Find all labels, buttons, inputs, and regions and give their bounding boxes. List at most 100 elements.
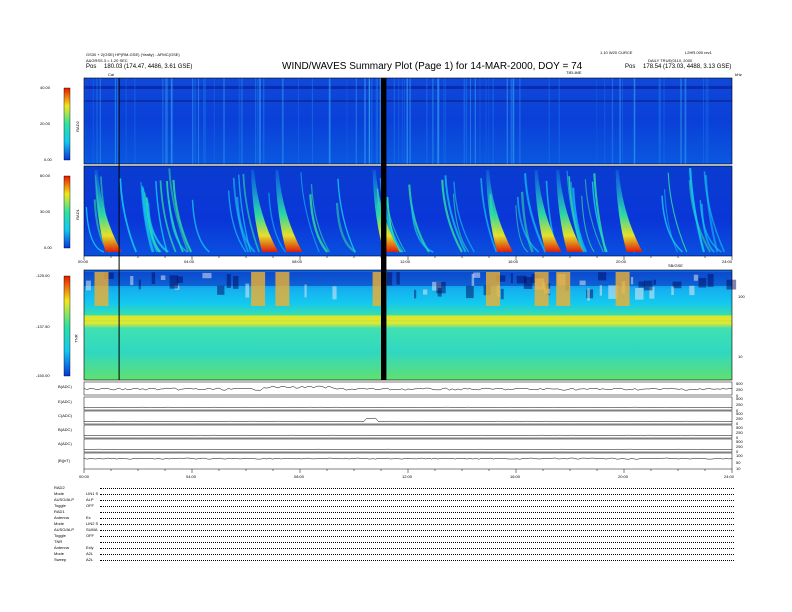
meta-rule: [100, 509, 734, 513]
meta-rule: [100, 521, 734, 525]
rad1-colorbar: [63, 175, 71, 249]
rad2-streak: [404, 78, 405, 164]
tnr-patch: [160, 275, 166, 281]
rad2-streak: [281, 78, 284, 164]
time-units-label: SB/GSE: [668, 263, 683, 268]
meta-key: Mode: [54, 490, 65, 496]
meta-key: RAD2: [54, 484, 65, 490]
meta-value: LIN1 S: [86, 490, 99, 496]
tnr-patch: [217, 285, 225, 295]
bottom-tick-label: 08:00: [294, 474, 305, 479]
rad2-label: RAD2: [74, 121, 80, 132]
bottom-tick-label: 20:00: [618, 474, 629, 479]
tnr-patch: [599, 285, 603, 296]
rad2-streak: [488, 78, 490, 164]
tnr-patch: [138, 279, 141, 290]
rad2-streak: [684, 78, 687, 164]
time-tick-label: 20:00: [616, 259, 627, 264]
tnr-patch: [598, 272, 607, 281]
rad2-streak: [393, 78, 395, 164]
rad2-streak: [117, 78, 119, 164]
rad2-streak: [409, 78, 411, 164]
meta-rule: [100, 485, 734, 489]
rad2-streak: [519, 78, 521, 164]
rad2-streak: [198, 78, 200, 164]
tnr-patch: [689, 285, 695, 296]
rad2-streak: [346, 78, 348, 164]
bottom-time-axis: [83, 469, 733, 473]
rad2-streak: [604, 78, 606, 164]
tnr-patch: [500, 288, 504, 300]
bottom-tick-label: 24:00: [724, 474, 735, 479]
tnr-burst: [94, 272, 109, 306]
time-tick-label: 24:00: [722, 259, 733, 264]
meta-key: Antenna: [54, 544, 69, 550]
meta-key: Toggle: [54, 532, 66, 538]
trace-label: A(ADC): [58, 441, 72, 446]
meta-row: Sweep A2L: [54, 556, 734, 562]
tnr-patch: [698, 277, 707, 288]
trace-frame: [83, 410, 733, 425]
rad2-streak: [633, 78, 636, 164]
tnr-patch: [466, 285, 474, 299]
meta-key: Sweep: [54, 556, 67, 562]
tnr-spectrogram: [84, 270, 732, 380]
rad2-streak: [134, 78, 136, 164]
rad2-streak: [192, 78, 194, 164]
time-tick-label: 16:00: [508, 259, 519, 264]
tnr-patch: [169, 275, 178, 289]
tnr-burst: [534, 272, 549, 306]
time-tick-label: 12:00: [400, 259, 411, 264]
rad2-streak: [492, 78, 494, 164]
rad2-streak: [464, 78, 466, 164]
rad2-streak: [510, 78, 512, 164]
tnr-patch: [638, 281, 645, 288]
meta-key: AUSO/ALP: [54, 526, 75, 532]
tnr-patch: [671, 286, 674, 296]
rad2-streak: [474, 78, 476, 164]
rad2-streak: [444, 78, 446, 164]
meta-key: Mode: [54, 520, 65, 526]
tnr-right-tick: 10: [738, 354, 743, 359]
tnr-patch: [635, 288, 644, 300]
rad2-colorbar: [63, 87, 71, 161]
rad2-streak: [443, 78, 445, 164]
meta-value: LIN2 S: [86, 520, 99, 526]
line-traces: [83, 381, 733, 470]
rad2-streak: [263, 78, 265, 164]
rad2-streak: [170, 78, 173, 164]
tnr-patch: [587, 288, 590, 301]
rad2-panel: [83, 77, 733, 165]
rad2-streak: [203, 78, 205, 164]
tnr-burst: [275, 272, 290, 306]
rad2-cbar-tick: 40.00: [40, 85, 51, 90]
tnr-patch: [473, 272, 481, 278]
tnr-burst: [251, 272, 266, 306]
trace-right-tick: 100: [736, 453, 743, 458]
tnr-patch: [422, 289, 428, 295]
rad2-streak: [401, 78, 404, 164]
meta-value: Ex: [86, 514, 91, 520]
bottom-tick-label: 04:00: [186, 474, 197, 479]
rad2-streak: [99, 78, 101, 164]
rad2-streak: [92, 78, 94, 164]
trace-label: B(ADC): [58, 384, 72, 389]
rad2-streak: [328, 78, 331, 164]
trace-label: C(ADC): [58, 413, 72, 418]
meta-value: SUMA: [86, 526, 98, 532]
rad2-streak: [621, 78, 623, 164]
meta-value: A2L: [86, 556, 94, 562]
trace-label: E(ADC): [58, 399, 72, 404]
tnr-cbar-tick: -137.50: [36, 324, 50, 329]
rad2-streak: [241, 78, 243, 164]
meta-value: ALP: [86, 496, 94, 502]
tnr-patch: [245, 283, 250, 298]
rad2-streak: [510, 78, 511, 164]
tnr-patch: [332, 286, 337, 300]
tnr-patch: [396, 272, 400, 285]
tnr-patch: [523, 276, 533, 290]
rad1-cbar-tick: 30.00: [40, 209, 51, 214]
meta-key: AUSO/ALP: [54, 496, 75, 502]
meta-key: Mode: [54, 550, 65, 556]
tnr-patch: [130, 275, 134, 286]
